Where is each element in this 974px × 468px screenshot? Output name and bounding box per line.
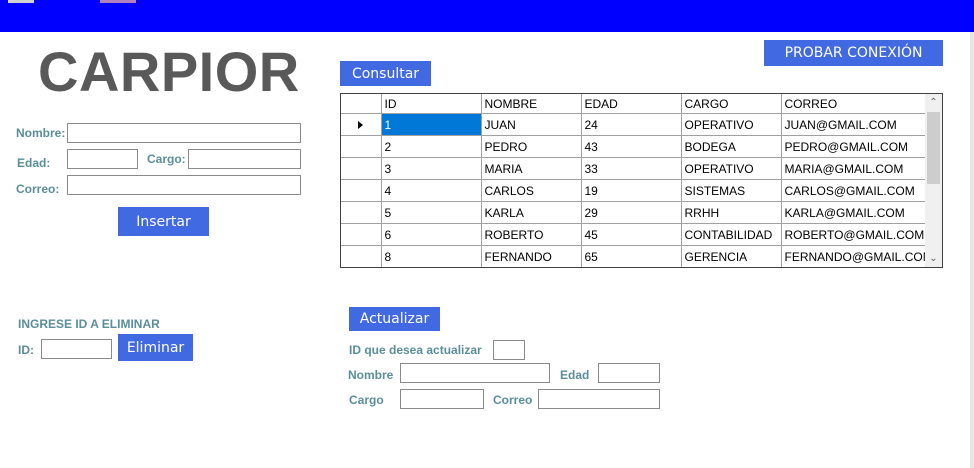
grid-table: ID NOMBRE EDAD CARGO CORREO 1 JUAN 24 OP… <box>341 94 927 267</box>
edad-label: Edad: <box>17 156 51 170</box>
table-cell[interactable]: 2 <box>380 135 482 158</box>
table-cell[interactable]: RRHH <box>680 201 782 224</box>
table-cell[interactable]: PEDRO <box>480 135 582 158</box>
delete-heading: INGRESE ID A ELIMINAR <box>18 317 160 331</box>
update-button[interactable]: Actualizar <box>349 307 440 331</box>
table-cell[interactable]: CARLOS@GMAIL.COM <box>780 179 927 202</box>
correo-input[interactable] <box>67 175 301 195</box>
update-edad-input[interactable] <box>598 363 660 383</box>
table-cell[interactable]: CARLOS <box>480 179 582 202</box>
edad-input[interactable] <box>67 149 138 169</box>
table-cell[interactable]: OPERATIVO <box>680 157 782 180</box>
table-cell[interactable]: 45 <box>580 223 682 246</box>
row-header[interactable] <box>341 179 382 202</box>
correo-label: Correo: <box>16 182 60 196</box>
row-header[interactable] <box>341 223 382 246</box>
row-header[interactable] <box>341 113 382 136</box>
table-cell[interactable]: OPERATIVO <box>680 113 782 136</box>
row-header[interactable] <box>341 135 382 158</box>
update-id-input[interactable] <box>493 340 525 360</box>
insert-button[interactable]: Insertar <box>118 207 209 236</box>
column-header-edad[interactable]: EDAD <box>580 94 682 114</box>
table-cell[interactable]: 3 <box>380 157 482 180</box>
table-row[interactable]: 3 MARIA 33 OPERATIVO MARIA@GMAIL.COM <box>341 157 927 180</box>
table-cell[interactable]: ROBERTO <box>480 223 582 246</box>
employees-grid[interactable]: ID NOMBRE EDAD CARGO CORREO 1 JUAN 24 OP… <box>340 93 943 268</box>
table-row[interactable]: 1 JUAN 24 OPERATIVO JUAN@GMAIL.COM <box>341 113 927 136</box>
delete-id-input[interactable] <box>41 339 112 359</box>
update-edad-label: Edad <box>560 368 590 382</box>
brand-title: CARPIOR <box>38 40 300 103</box>
table-cell[interactable]: KARLA@GMAIL.COM <box>780 201 927 224</box>
table-cell[interactable]: 65 <box>580 245 682 267</box>
cargo-label: Cargo: <box>147 152 186 166</box>
chevron-down-icon[interactable]: ⌄ <box>925 250 942 267</box>
table-cell[interactable]: MARIA <box>480 157 582 180</box>
column-header-correo[interactable]: CORREO <box>780 94 927 114</box>
window-icon <box>8 0 34 3</box>
update-nombre-input[interactable] <box>400 363 550 383</box>
row-header[interactable] <box>341 157 382 180</box>
table-cell[interactable]: BODEGA <box>680 135 782 158</box>
table-cell[interactable]: 6 <box>380 223 482 246</box>
delete-id-label: ID: <box>18 343 34 357</box>
update-nombre-label: Nombre <box>348 368 394 382</box>
title-bar[interactable] <box>0 0 974 32</box>
table-cell[interactable]: PEDRO@GMAIL.COM <box>780 135 927 158</box>
table-cell[interactable]: 29 <box>580 201 682 224</box>
table-cell[interactable]: 4 <box>380 179 482 202</box>
table-row[interactable]: 2 PEDRO 43 BODEGA PEDRO@GMAIL.COM <box>341 135 927 158</box>
table-cell[interactable]: SISTEMAS <box>680 179 782 202</box>
scrollbar-thumb[interactable] <box>927 112 940 184</box>
table-cell[interactable]: 24 <box>580 113 682 136</box>
grid-header-row: ID NOMBRE EDAD CARGO CORREO <box>341 94 927 114</box>
table-cell[interactable]: 8 <box>380 245 482 267</box>
row-header[interactable] <box>341 245 382 267</box>
delete-button[interactable]: Eliminar <box>118 334 193 361</box>
table-cell[interactable]: 43 <box>580 135 682 158</box>
chevron-up-icon[interactable]: ⌃ <box>925 94 942 111</box>
table-cell[interactable]: 1 <box>380 113 482 136</box>
grid-corner-header <box>341 94 382 114</box>
table-cell[interactable]: 5 <box>380 201 482 224</box>
table-cell[interactable]: 33 <box>580 157 682 180</box>
query-button[interactable]: Consultar <box>340 61 431 86</box>
update-correo-label: Correo <box>493 393 533 407</box>
table-row[interactable]: 8 FERNANDO 65 GERENCIA FERNANDO@GMAIL.CO… <box>341 245 927 267</box>
update-cargo-input[interactable] <box>400 389 484 409</box>
update-cargo-label: Cargo <box>349 393 384 407</box>
table-row[interactable]: 5 KARLA 29 RRHH KARLA@GMAIL.COM <box>341 201 927 224</box>
table-cell[interactable]: JUAN@GMAIL.COM <box>780 113 927 136</box>
table-cell[interactable]: MARIA@GMAIL.COM <box>780 157 927 180</box>
table-row[interactable]: 4 CARLOS 19 SISTEMAS CARLOS@GMAIL.COM <box>341 179 927 202</box>
window-border <box>970 32 974 468</box>
table-cell[interactable]: CONTABILIDAD <box>680 223 782 246</box>
table-cell[interactable]: GERENCIA <box>680 245 782 267</box>
table-cell[interactable]: FERNANDO@GMAIL.COM <box>780 245 927 267</box>
window-icon-secondary <box>100 0 136 3</box>
update-correo-input[interactable] <box>538 389 660 409</box>
table-cell[interactable]: 19 <box>580 179 682 202</box>
table-cell[interactable]: JUAN <box>480 113 582 136</box>
table-cell[interactable]: FERNANDO <box>480 245 582 267</box>
test-connection-button[interactable]: PROBAR CONEXIÓN <box>764 40 943 66</box>
column-header-nombre[interactable]: NOMBRE <box>480 94 582 114</box>
grid-vertical-scrollbar[interactable]: ⌃ ⌄ <box>925 94 942 267</box>
nombre-input[interactable] <box>67 123 301 143</box>
nombre-label: Nombre: <box>16 126 66 140</box>
table-cell[interactable]: ROBERTO@GMAIL.COM <box>780 223 927 246</box>
row-header[interactable] <box>341 201 382 224</box>
cargo-input[interactable] <box>188 149 301 169</box>
current-row-arrow-icon <box>358 120 364 129</box>
table-row[interactable]: 6 ROBERTO 45 CONTABILIDAD ROBERTO@GMAIL.… <box>341 223 927 246</box>
column-header-cargo[interactable]: CARGO <box>680 94 782 114</box>
column-header-id[interactable]: ID <box>380 94 482 114</box>
table-cell[interactable]: KARLA <box>480 201 582 224</box>
update-id-label: ID que desea actualizar <box>349 343 482 357</box>
